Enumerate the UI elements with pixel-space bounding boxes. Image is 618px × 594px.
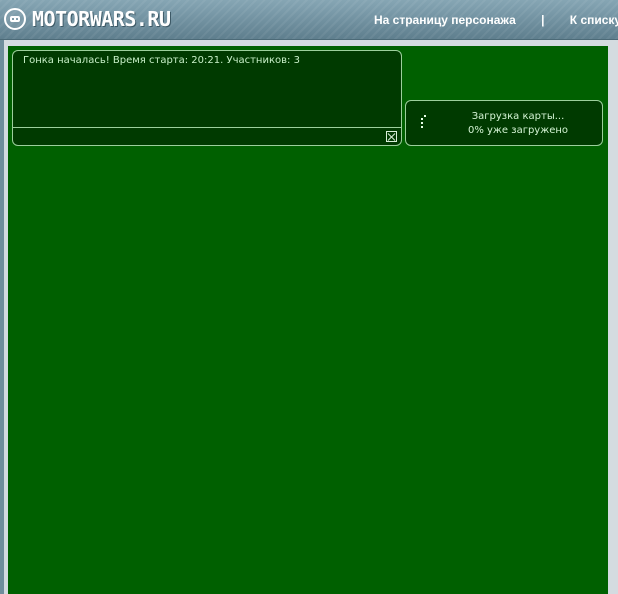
chat-close-icon[interactable] <box>386 131 397 142</box>
site-logo[interactable]: MOTORWARS.RU <box>4 6 171 32</box>
logo-text: MOTORWARS.RU <box>32 7 171 31</box>
loading-progress-text: 0% уже загружено <box>467 125 569 136</box>
chat-input-divider <box>13 127 401 128</box>
nav-link-list[interactable]: К списку г <box>570 13 618 27</box>
top-navigation: На страницу персонажа | К списку г <box>374 13 618 27</box>
loading-title: Загрузка карты... <box>471 111 565 122</box>
race-chat-panel: Гонка началась! Время старта: 20:21. Уча… <box>12 50 402 146</box>
chat-message: Гонка началась! Время старта: 20:21. Уча… <box>23 55 300 66</box>
loading-spinner-icon <box>420 115 428 131</box>
motorwars-logo-icon <box>4 8 26 30</box>
top-bar: MOTORWARS.RU На страницу персонажа | К с… <box>0 0 618 40</box>
nav-link-character-page[interactable]: На страницу персонажа <box>374 13 516 27</box>
nav-separator: | <box>541 13 545 27</box>
map-loading-panel: Загрузка карты... 0% уже загружено <box>405 100 603 146</box>
